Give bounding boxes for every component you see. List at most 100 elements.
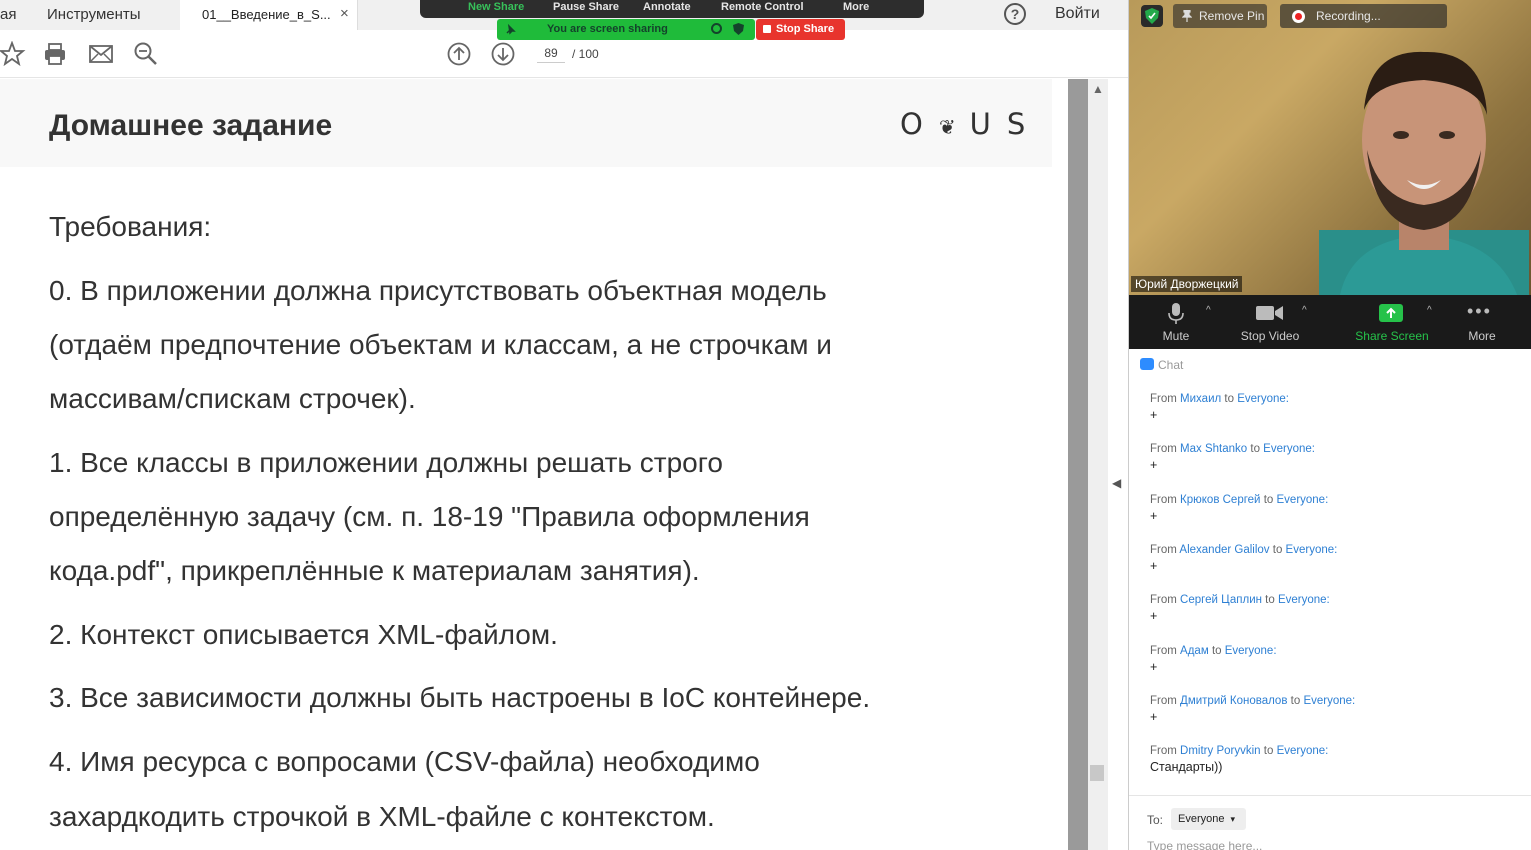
tab-close-icon[interactable]: × <box>340 5 349 22</box>
share-screen-button[interactable]: ^ Share Screen <box>1353 295 1432 349</box>
help-icon[interactable]: ? <box>1004 3 1026 25</box>
from-word: From <box>1150 493 1177 506</box>
chat-sender: Alexander Galilov <box>1179 543 1270 556</box>
chat-recipient: Everyone: <box>1237 393 1289 405</box>
scrollbar-thumb[interactable] <box>1090 765 1104 781</box>
chat-sender: Сергей Цаплин <box>1180 594 1262 607</box>
to-word: to <box>1290 694 1301 707</box>
to-word: to <box>1265 594 1275 607</box>
requirement-line: захардкодить строчкой в XML-файле с конт… <box>49 801 715 832</box>
scroll-up-icon[interactable]: ▲ <box>1092 82 1104 96</box>
page-number-input[interactable]: 89 <box>537 46 565 63</box>
from-word: From <box>1150 745 1177 758</box>
annotate-button[interactable]: Annotate <box>643 1 691 13</box>
screen: ая Инструменты 01__Введение_в_S... × ? В… <box>0 0 1531 850</box>
chat-message: From Адам to Everyone: + <box>1150 645 1520 674</box>
remote-control-button[interactable]: Remote Control <box>721 1 804 13</box>
chat-message-text: + <box>1150 609 1158 624</box>
video-options-caret-icon[interactable]: ^ <box>1302 305 1307 316</box>
tab-active-document[interactable]: 01__Введение_в_S... × <box>180 0 358 30</box>
more-button[interactable]: ••• More <box>1459 295 1505 349</box>
tab-partial[interactable]: ая <box>0 6 16 23</box>
page-down-icon[interactable] <box>490 41 516 67</box>
screen-sharing-indicator[interactable]: You are screen sharing <box>497 19 755 40</box>
chat-divider <box>1129 795 1531 796</box>
to-word: to <box>1211 644 1222 657</box>
chat-message-text: Стандарты)) <box>1150 760 1223 775</box>
to-word: to <box>1272 543 1283 556</box>
mail-icon[interactable] <box>88 41 114 67</box>
to-word: to <box>1263 745 1274 758</box>
chat-message-header: From Dmitry Poryvkin to Everyone: <box>1150 745 1520 757</box>
chat-message-text: + <box>1150 558 1158 573</box>
chat-sender: Max Shtanko <box>1180 443 1248 456</box>
new-share-button[interactable]: New Share <box>468 1 524 13</box>
chat-message: From Крюков Сергей to Everyone: + <box>1150 494 1520 523</box>
remove-pin-button[interactable]: Remove Pin <box>1173 4 1267 28</box>
requirement-line: кода.pdf", прикреплённые к материалам за… <box>49 555 700 586</box>
mute-button[interactable]: ^ Mute <box>1141 295 1211 349</box>
tab-tools[interactable]: Инструменты <box>47 6 141 23</box>
requirement-line: 2. Контекст описывается XML-файлом. <box>49 619 558 650</box>
stop-video-button[interactable]: ^ Stop Video <box>1234 295 1307 349</box>
zoom-panel: Remove Pin Recording... ❚❚ Юрий Дворжецк… <box>1128 0 1531 850</box>
chat-sender: Dmitry Poryvkin <box>1180 745 1261 758</box>
chat-message-text: + <box>1150 659 1158 674</box>
chat-recipient-select[interactable]: Everyone ▾ <box>1171 808 1246 830</box>
share-more-button[interactable]: More <box>843 1 869 13</box>
search-zoom-icon[interactable] <box>133 41 159 67</box>
vertical-scrollbar-track[interactable] <box>1068 79 1088 850</box>
requirements-heading: Требования: <box>49 211 212 242</box>
chat-message: From Dmitry Poryvkin to Everyone: Стандар… <box>1150 745 1520 774</box>
chat-sender: Михаил <box>1180 393 1222 405</box>
chat-message-header: From Крюков Сергей to Everyone: <box>1150 494 1520 506</box>
document-title: Домашнее задание <box>49 109 333 142</box>
status-dot-icon <box>711 23 722 34</box>
recording-indicator: Recording... ❚❚ <box>1280 4 1447 28</box>
pdf-viewer: ая Инструменты 01__Введение_в_S... × ? В… <box>0 0 1128 850</box>
chat-recipient: Everyone: <box>1263 443 1315 456</box>
participant-video: Remove Pin Recording... ❚❚ Юрий Дворжецк… <box>1129 0 1531 295</box>
to-word: to <box>1263 493 1274 506</box>
chat-sender: Адам <box>1180 644 1209 657</box>
bookmark-star-icon[interactable] <box>0 41 26 67</box>
chat-recipient: Everyone: <box>1285 543 1338 556</box>
chat-message-header: From Дмитрий Коновалов to Everyone: <box>1150 695 1520 707</box>
mute-label: Mute <box>1162 329 1190 343</box>
login-button[interactable]: Войти <box>1055 5 1100 23</box>
chat-message-header: From Сергей Цаплин to Everyone: <box>1150 594 1520 606</box>
requirement-line: 4. Имя ресурса с вопросами (CSV-файла) н… <box>49 746 760 777</box>
pause-share-button[interactable]: Pause Share <box>553 1 619 13</box>
tab-active-label: 01__Введение_в_S... <box>202 7 331 22</box>
chat-message-input[interactable]: Type message here... <box>1147 839 1262 850</box>
chat-recipient: Everyone: <box>1276 745 1329 758</box>
document-header: Домашнее задание O❦US <box>0 79 1052 167</box>
print-icon[interactable] <box>42 41 68 67</box>
chat-to-label: To: <box>1147 813 1164 827</box>
pin-icon <box>506 24 516 35</box>
security-shield-icon[interactable] <box>1141 5 1163 27</box>
requirement-line: 0. В приложении должна присутствовать об… <box>49 275 827 306</box>
from-word: From <box>1150 393 1177 405</box>
chat-message: From Дмитрий Коновалов to Everyone: + <box>1150 695 1520 724</box>
mute-options-caret-icon[interactable]: ^ <box>1206 305 1211 316</box>
chat-recipient: Everyone: <box>1224 644 1277 657</box>
remove-pin-label: Remove Pin <box>1199 9 1265 23</box>
chat-message-header: From Alexander Galilov to Everyone: <box>1150 544 1520 556</box>
screen-sharing-text: You are screen sharing <box>547 23 668 35</box>
chat-message-text: + <box>1150 458 1158 473</box>
to-word: to <box>1224 393 1234 405</box>
from-word: From <box>1150 644 1177 657</box>
microphone-icon <box>1168 303 1184 324</box>
recording-label: Recording... <box>1316 9 1381 23</box>
stop-share-button[interactable]: Stop Share <box>756 19 845 40</box>
share-screen-label: Share Screen <box>1355 329 1429 343</box>
from-word: From <box>1150 694 1177 707</box>
share-options-caret-icon[interactable]: ^ <box>1427 305 1432 316</box>
pin-icon <box>1182 10 1192 22</box>
stop-video-label: Stop Video <box>1240 329 1300 343</box>
collapse-panel-icon[interactable]: ◀ <box>1112 476 1121 490</box>
chat-message-text: + <box>1150 408 1158 422</box>
page-up-icon[interactable] <box>446 41 472 67</box>
chat-message-header: From Max Shtanko to Everyone: <box>1150 443 1520 455</box>
